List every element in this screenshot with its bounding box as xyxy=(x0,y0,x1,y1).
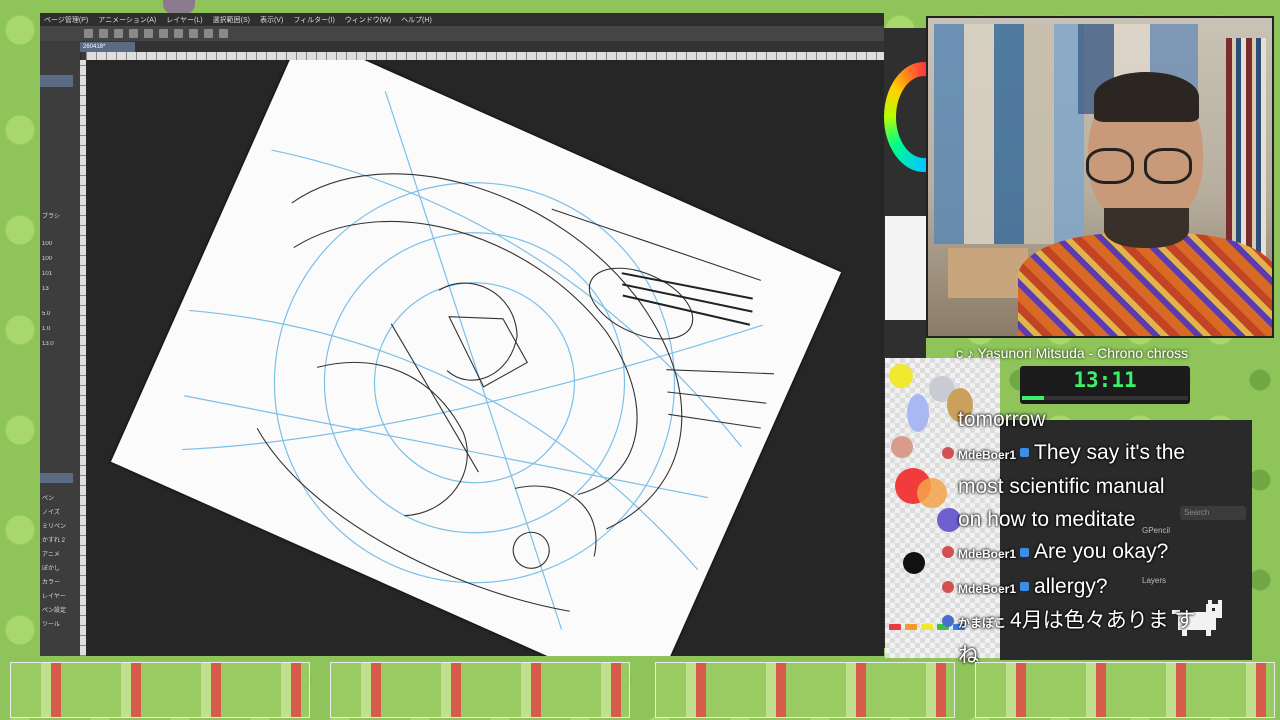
sketch-drawing xyxy=(181,91,775,630)
timer-progress-bar xyxy=(1022,396,1188,400)
avatar xyxy=(942,446,954,459)
menu-item-window[interactable]: ウィンドウ(W) xyxy=(345,15,391,25)
chat-message: MdeBoer1 allergy? xyxy=(942,571,1258,606)
chat-username: かまぼこ xyxy=(958,616,1007,630)
mascot-sprite xyxy=(163,0,195,14)
brush-row[interactable]: ノイズ xyxy=(42,507,76,516)
glasses xyxy=(1086,148,1196,184)
tool-row[interactable]: 101 xyxy=(42,271,76,280)
brush-row[interactable]: ミリペン xyxy=(42,521,76,530)
chat-message: MdeBoer1 They say it's the xyxy=(942,437,1258,472)
chat-message: tomorrow xyxy=(958,408,1046,431)
chat-overlay: tomorrow MdeBoer1 They say it's the most … xyxy=(942,404,1258,672)
avatar xyxy=(942,546,954,558)
avatar xyxy=(942,615,954,627)
chat-message: MdeBoer1 Are you okay? xyxy=(942,536,1258,571)
scene-thumbnail[interactable] xyxy=(655,662,955,718)
drawing-app-window: ページ管理(P) アニメーション(A) レイヤー(L) 選択範囲(S) 表示(V… xyxy=(40,13,884,656)
chat-message: on how to meditate xyxy=(958,507,1136,531)
palette-chip-yellow[interactable] xyxy=(921,624,933,630)
timer-text: 13:11 xyxy=(1073,368,1137,392)
menu-item-selection[interactable]: 選択範囲(S) xyxy=(213,15,250,25)
brush-row[interactable]: かすれ 2 xyxy=(42,535,76,544)
brush-selected-highlight[interactable] xyxy=(40,473,73,483)
menu-item-help[interactable]: ヘルプ(H) xyxy=(401,15,432,25)
fill-icon[interactable] xyxy=(174,29,183,38)
brush-row[interactable]: ペン xyxy=(42,493,76,502)
menu-item-page[interactable]: ページ管理(P) xyxy=(44,15,88,25)
badge-icon xyxy=(1020,582,1030,592)
color-swatch-salmon[interactable] xyxy=(891,436,913,458)
scene-thumbnail[interactable] xyxy=(975,662,1275,718)
tool-row[interactable]: 5.0 xyxy=(42,311,76,320)
badge-icon xyxy=(1020,547,1030,557)
save-icon[interactable] xyxy=(114,29,123,38)
redo-icon[interactable] xyxy=(144,29,153,38)
brush-row[interactable]: ペン設定 xyxy=(42,605,76,614)
chat-message: かまぼこ 4月は色々ありま す xyxy=(942,605,1258,640)
document-tab[interactable]: 260418* xyxy=(80,42,135,52)
brush-row[interactable]: アニメ xyxy=(42,549,76,558)
tool-selected-highlight[interactable] xyxy=(40,75,73,87)
person-hair xyxy=(1094,72,1199,122)
timer-progress-fill xyxy=(1022,396,1044,400)
now-playing-text: c ♪ Yasunori Mitsuda - Chrono chross xyxy=(956,345,1189,361)
scene-thumbnail[interactable] xyxy=(10,662,310,718)
chat-message: most scientific manual xyxy=(958,475,1165,498)
tool-row[interactable]: ブラシ xyxy=(42,211,76,220)
document-tab-bar: 260418* xyxy=(80,41,884,52)
badge-icon xyxy=(1020,448,1030,458)
chat-username: MdeBoer1 xyxy=(958,581,1017,596)
clear-icon[interactable] xyxy=(159,29,168,38)
menu-item-filter[interactable]: フィルター(I) xyxy=(293,15,334,25)
command-bar xyxy=(40,26,884,41)
drawing-canvas[interactable] xyxy=(110,60,842,656)
navigator-thumbnail[interactable] xyxy=(885,216,927,320)
chat-username: MdeBoer1 xyxy=(958,547,1017,561)
color-swatch-lavender[interactable] xyxy=(907,394,929,432)
palette-chip-orange[interactable] xyxy=(905,624,917,630)
person-sweater xyxy=(1018,233,1272,336)
palette-chip-red[interactable] xyxy=(889,624,901,630)
undo-icon[interactable] xyxy=(129,29,138,38)
brush-row[interactable]: カラー xyxy=(42,577,76,586)
ruler-icon[interactable] xyxy=(204,29,213,38)
scene-thumbnail[interactable] xyxy=(330,662,630,718)
color-swatch-orange[interactable] xyxy=(917,478,947,508)
brush-row[interactable]: レイヤー xyxy=(42,591,76,600)
menu-bar: ページ管理(P) アニメーション(A) レイヤー(L) 選択範囲(S) 表示(V… xyxy=(40,13,884,26)
snap-icon[interactable] xyxy=(219,29,228,38)
new-icon[interactable] xyxy=(84,29,93,38)
tool-row[interactable]: 13 xyxy=(42,286,76,295)
horizontal-ruler xyxy=(86,52,884,60)
tool-row[interactable]: 100 xyxy=(42,256,76,265)
brush-row[interactable]: ぼかし xyxy=(42,563,76,572)
open-icon[interactable] xyxy=(99,29,108,38)
canvas-viewport[interactable] xyxy=(86,60,884,656)
color-swatch-black[interactable] xyxy=(903,552,925,574)
tool-row[interactable]: 1.0 xyxy=(42,326,76,335)
webcam-feed xyxy=(926,16,1274,338)
color-swatch-yellow[interactable] xyxy=(889,364,913,388)
wall-collage xyxy=(934,24,1084,244)
avatar xyxy=(942,580,954,593)
menu-item-view[interactable]: 表示(V) xyxy=(260,15,283,25)
tool-row[interactable]: 13.0 xyxy=(42,341,76,350)
transform-icon[interactable] xyxy=(189,29,198,38)
chat-username: MdeBoer1 xyxy=(958,447,1017,462)
brush-row[interactable]: ツール xyxy=(42,619,76,628)
tool-row[interactable]: 100 xyxy=(42,241,76,250)
menu-item-layer[interactable]: レイヤー(L) xyxy=(166,15,202,25)
menu-item-animation[interactable]: アニメーション(A) xyxy=(98,15,156,25)
tool-property-panel: ブラシ 100 100 101 13 5.0 1.0 13.0 ペン ノイズ ミ… xyxy=(40,41,81,656)
person-beard xyxy=(1104,208,1189,248)
storage-box xyxy=(948,248,1028,298)
bookshelf xyxy=(1226,38,1266,258)
